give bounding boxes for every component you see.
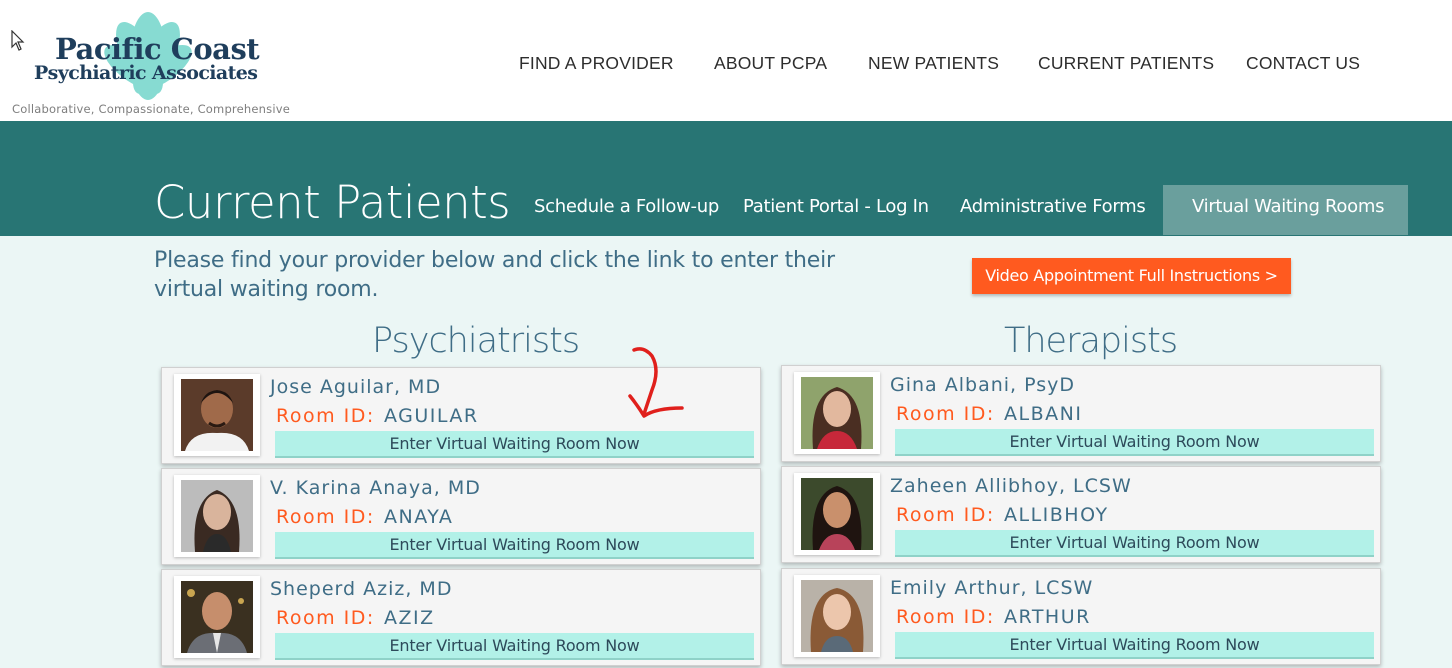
room-id-value: ALLIBHOY xyxy=(1004,504,1109,526)
provider-photo xyxy=(801,478,873,550)
logo-subtitle[interactable]: Psychiatric Associates xyxy=(34,62,258,84)
provider-photo-frame xyxy=(794,473,880,555)
psychiatrists-heading: Psychiatrists xyxy=(372,321,580,361)
mouse-cursor-icon xyxy=(11,30,25,51)
room-id-label: Room ID: xyxy=(276,607,375,629)
provider-photo xyxy=(801,580,873,652)
provider-photo-frame xyxy=(794,372,880,454)
provider-photo-frame xyxy=(174,374,260,456)
room-id-label: Room ID: xyxy=(276,506,375,528)
room-id-label: Room ID: xyxy=(896,403,995,425)
nav-new-patients[interactable]: NEW PATIENTS xyxy=(868,53,999,74)
room-id-value: AZIZ xyxy=(384,607,435,629)
nav-contact-us[interactable]: CONTACT US xyxy=(1246,53,1360,74)
nav-about-pcpa[interactable]: ABOUT PCPA xyxy=(714,53,827,74)
enter-waiting-room-button[interactable]: Enter Virtual Waiting Room Now xyxy=(895,632,1374,659)
room-id-value: AGUILAR xyxy=(384,405,479,427)
room-id-label: Room ID: xyxy=(896,606,995,628)
logo-tagline: Collaborative, Compassionate, Comprehens… xyxy=(12,102,291,116)
tab-virtual-waiting-rooms[interactable]: Virtual Waiting Rooms xyxy=(1192,196,1384,217)
tab-schedule-follow-up[interactable]: Schedule a Follow-up xyxy=(534,196,719,217)
enter-waiting-room-button[interactable]: Enter Virtual Waiting Room Now xyxy=(275,431,754,458)
site-header: Pacific Coast Psychiatric Associates Col… xyxy=(0,0,1452,121)
room-id-value: ANAYA xyxy=(384,506,454,528)
provider-name: Jose Aguilar, MD xyxy=(270,376,442,398)
tab-administrative-forms[interactable]: Administrative Forms xyxy=(960,196,1146,217)
nav-find-a-provider[interactable]: FIND A PROVIDER xyxy=(519,53,674,74)
section-header-band: Current Patients Schedule a Follow-up Pa… xyxy=(0,121,1452,236)
provider-photo xyxy=(801,377,873,449)
provider-card-aziz: Sheperd Aziz, MD Room ID: AZIZ Enter Vir… xyxy=(161,569,761,666)
provider-photo-frame xyxy=(174,576,260,658)
provider-card-albani: Gina Albani, PsyD Room ID: ALBANI Enter … xyxy=(781,365,1381,462)
provider-photo-frame xyxy=(174,475,260,557)
therapists-heading: Therapists xyxy=(1004,321,1178,361)
enter-waiting-room-button[interactable]: Enter Virtual Waiting Room Now xyxy=(275,633,754,660)
nav-current-patients[interactable]: CURRENT PATIENTS xyxy=(1038,53,1214,74)
red-arrow-annotation-icon xyxy=(628,347,684,418)
provider-photo-frame xyxy=(794,575,880,657)
provider-name: Gina Albani, PsyD xyxy=(890,374,1076,396)
provider-card-arthur: Emily Arthur, LCSW Room ID: ARTHUR Enter… xyxy=(781,568,1381,665)
room-id-label: Room ID: xyxy=(896,504,995,526)
provider-name: Zaheen Allibhoy, LCSW xyxy=(890,475,1132,497)
main-content: Please find your provider below and clic… xyxy=(0,236,1452,668)
room-id-label: Room ID: xyxy=(276,405,375,427)
enter-waiting-room-button[interactable]: Enter Virtual Waiting Room Now xyxy=(895,530,1374,557)
intro-text: Please find your provider below and clic… xyxy=(154,248,835,302)
provider-card-allibhoy: Zaheen Allibhoy, LCSW Room ID: ALLIBHOY … xyxy=(781,466,1381,563)
provider-name: V. Karina Anaya, MD xyxy=(270,477,481,499)
provider-photo xyxy=(181,480,253,552)
provider-name: Sheperd Aziz, MD xyxy=(270,578,453,600)
provider-name: Emily Arthur, LCSW xyxy=(890,577,1094,599)
video-instructions-button[interactable]: Video Appointment Full Instructions > xyxy=(972,258,1291,294)
logo-title[interactable]: Pacific Coast xyxy=(55,32,260,66)
room-id-value: ALBANI xyxy=(1004,403,1083,425)
enter-waiting-room-button[interactable]: Enter Virtual Waiting Room Now xyxy=(895,429,1374,456)
provider-photo xyxy=(181,581,253,653)
provider-card-anaya: V. Karina Anaya, MD Room ID: ANAYA Enter… xyxy=(161,468,761,565)
enter-waiting-room-button[interactable]: Enter Virtual Waiting Room Now xyxy=(275,532,754,559)
page-title: Current Patients xyxy=(154,176,511,229)
room-id-value: ARTHUR xyxy=(1004,606,1091,628)
provider-photo xyxy=(181,379,253,451)
tab-patient-portal[interactable]: Patient Portal - Log In xyxy=(743,196,929,217)
